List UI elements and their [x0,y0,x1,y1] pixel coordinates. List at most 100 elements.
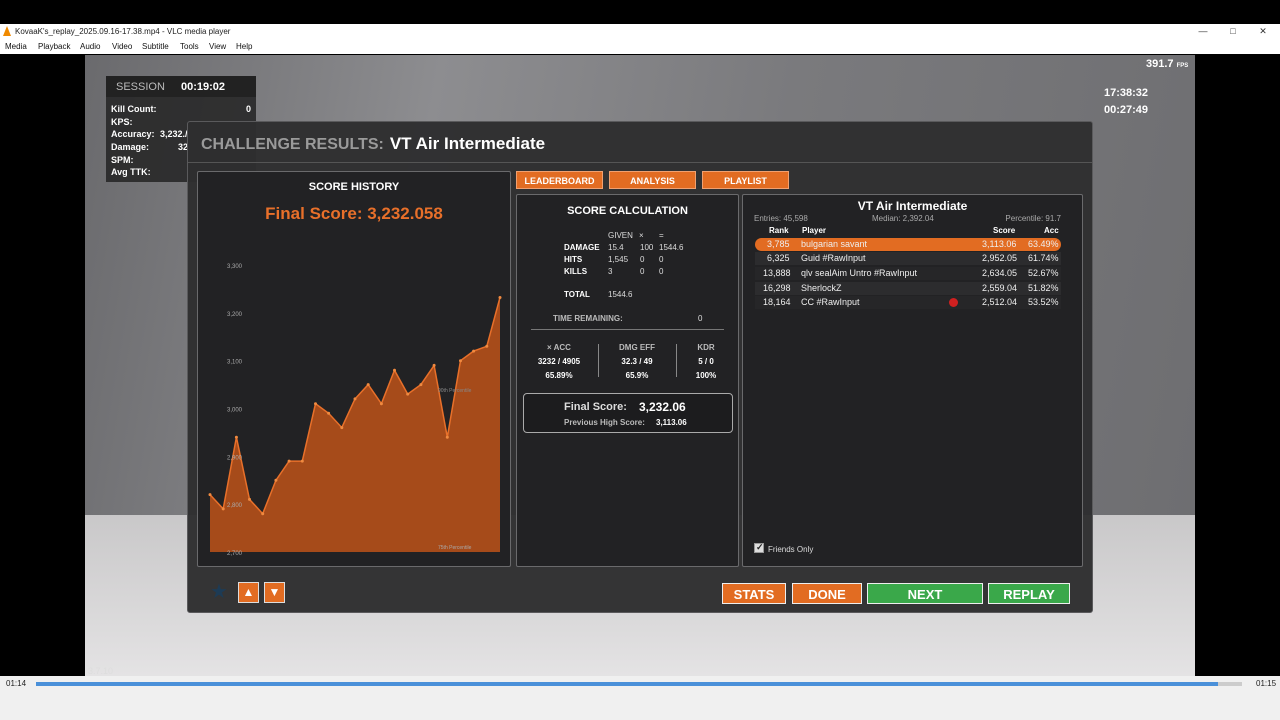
menu-media[interactable]: Media [5,42,27,51]
calc-given: 15.4 [608,243,624,252]
menu-help[interactable]: Help [236,42,252,51]
menu-audio[interactable]: Audio [80,42,100,51]
percentile-90-label: 90th Percentile [438,388,472,394]
maximize-icon[interactable]: □ [1218,24,1248,39]
lb-player: Guid #RawInput [801,253,866,263]
lb-rank: 13,888 [763,268,791,278]
leaderboard-row[interactable]: 6,325 Guid #RawInput 2,952.05 61.74% [755,252,1061,265]
score-point [406,392,410,396]
score-point [445,435,449,439]
score-point [221,507,225,511]
calc-result: 1544.6 [659,243,684,252]
score-point [300,459,304,463]
leaderboard-row[interactable]: 16,298 SherlockZ 2,559.04 51.82% [755,282,1061,295]
session-label: SESSION [116,81,165,93]
lb-player: qlv sealAim Untro #RawInput [801,268,918,278]
menu-tools[interactable]: Tools [180,42,199,51]
calc-mult: 0 [640,255,645,264]
tab-playlist[interactable]: PLAYLIST [702,171,789,189]
player-controls: 01:14 01:15 [0,676,1280,720]
score-point [327,411,331,415]
calc-mult: 0 [640,267,645,276]
window-titlebar: KovaaK's_replay_2025.09.16-17.38.mp4 - V… [0,24,1280,39]
challenge-timer: 00:27:49 [1104,104,1149,116]
elapsed-time: 01:14 [6,679,27,688]
favorite-star-icon[interactable]: ★ [210,582,228,602]
score-point [208,493,212,497]
total-time: 01:15 [1256,679,1277,688]
checkmark-icon: ✓ [756,542,764,552]
menu-bar: Media Playback Audio Video Subtitle Tool… [0,39,1280,54]
stat-dmg-value: 32.3 / 49 [621,357,653,366]
percentile-75-label: 75th Percentile [438,545,472,551]
next-button[interactable]: NEXT [867,583,983,604]
lb-rank: 3,785 [767,239,790,249]
stat-dmg-pct: 65.9% [625,371,649,380]
menu-subtitle[interactable]: Subtitle [142,42,169,51]
y-tick-label: 3,000 [227,408,243,414]
time-remaining-value: 0 [698,314,703,323]
lb-score: 2,634.05 [982,268,1018,278]
col-eq: = [659,231,664,240]
stat-divider [598,344,599,377]
results-challenge-name: VT Air Intermediate [389,134,546,153]
tab-leaderboard[interactable]: LEADERBOARD [516,171,603,189]
vlc-cone-icon [3,26,11,36]
friends-only-checkbox[interactable]: ✓ [754,542,764,553]
col-given: GIVEN [608,231,633,240]
tab-analysis[interactable]: ANALYSIS [609,171,696,189]
col-player: Player [802,226,827,235]
lb-acc: 52.67% [1028,268,1059,278]
score-area [210,297,500,552]
leaderboard-row[interactable]: 18,164 CC #RawInput 2,512.04 53.52% [755,296,1061,309]
stats-button[interactable]: STATS [722,583,786,604]
stat-dmg-head: DMG EFF [619,343,655,352]
y-tick-label: 2,800 [227,503,243,509]
score-point [287,459,291,463]
replay-button[interactable]: REPLAY [988,583,1070,604]
seek-bar[interactable] [36,682,1242,686]
close-icon[interactable]: ✕ [1248,24,1278,39]
fps-unit: FPS [1176,63,1189,69]
minimize-icon[interactable]: — [1188,24,1218,39]
lb-player: CC #RawInput [801,297,860,307]
total-value: 1544.6 [608,290,633,299]
leaderboard-row[interactable]: 13,888 qlv sealAim Untro #RawInput 2,634… [755,267,1061,280]
session-row-label: SPM: [111,155,134,165]
session-row-label: Damage: [111,142,150,152]
score-point [432,363,436,367]
thumbs-down-icon[interactable]: ▼ [264,582,285,603]
score-calc-title: SCORE CALCULATION [567,205,688,217]
menu-playback[interactable]: Playback [38,42,70,51]
leaderboard-title: VT Air Intermediate [857,199,968,213]
final-score-box: Final Score: 3,232.06 Previous High Scor… [523,393,733,433]
y-tick-label: 2,700 [227,551,243,557]
score-point [261,512,265,516]
clock-time: 17:38:32 [1104,87,1149,99]
leaderboard-row[interactable]: 3,785 bulgarian savant 3,113.06 63.49% [755,238,1061,251]
final-score-label: Final Score: [564,401,627,413]
lb-rank: 6,325 [767,253,790,263]
score-point [472,349,476,353]
session-time: 00:19:02 [181,81,226,93]
total-label: TOTAL [564,290,590,299]
score-point [366,383,370,387]
lb-acc: 61.74% [1028,253,1059,263]
results-title: CHALLENGE RESULTS: VT Air Intermediate [201,134,545,154]
done-button[interactable]: DONE [792,583,862,604]
lb-rank: 16,298 [763,283,791,293]
calc-divider [531,329,724,330]
menu-view[interactable]: View [209,42,226,51]
lb-score: 3,113.06 [982,239,1017,249]
session-row-label: KPS: [111,117,133,127]
menu-video[interactable]: Video [112,42,132,51]
calc-given: 1,545 [608,255,629,264]
col-acc: Acc [1044,226,1059,235]
stat-kdr-head: KDR [697,343,715,352]
thumbs-up-icon[interactable]: ▲ [238,582,259,603]
calc-result: 0 [659,267,664,276]
lb-acc: 63.49% [1028,239,1059,249]
calc-label: DAMAGE [564,243,600,252]
session-row-value: 0 [245,104,251,114]
lb-score: 2,952.05 [982,253,1018,263]
